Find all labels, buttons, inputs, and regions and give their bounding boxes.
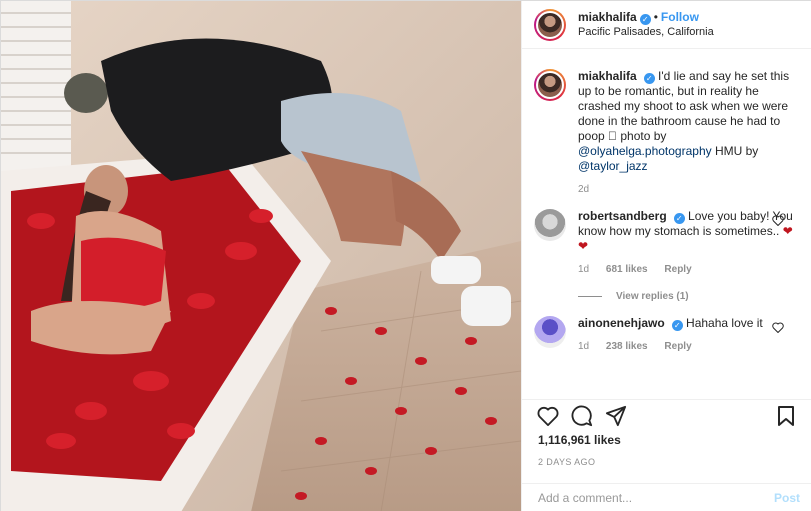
action-bar [522, 399, 811, 431]
separator-dot: • [653, 9, 658, 24]
likes-count[interactable]: 1,116,961 likes [538, 433, 621, 447]
mention-photographer[interactable]: @olyahelga.photography [578, 144, 712, 158]
verified-badge-icon: ✓ [673, 213, 685, 224]
comment-text: Hahaha love it [686, 316, 763, 330]
heart-icon[interactable] [534, 402, 562, 430]
post-header: miakhalifa ✓ • Follow Pacific Palisades, Ca… [522, 1, 811, 49]
view-replies-label: View replies (1) [616, 291, 689, 302]
author-username[interactable]: miakhalifa [578, 10, 637, 24]
comment-age[interactable]: 1d [578, 341, 589, 352]
commenter-avatar[interactable] [534, 209, 566, 241]
caption-body: miakhalifa ✓ I'd lie and say he set this … [578, 69, 796, 197]
post-photo[interactable] [1, 1, 521, 511]
comment-meta: 1d 238 likes Reply [578, 339, 796, 354]
comment-meta: 1d 681 likes Reply [578, 262, 796, 277]
view-replies-line [578, 296, 602, 297]
commenter-username[interactable]: ainonenehjawo [578, 316, 665, 330]
author-info: miakhalifa ✓ • Follow Pacific Palisades, Ca… [578, 10, 714, 40]
author-avatar[interactable] [534, 8, 566, 41]
post-sidebar: miakhalifa ✓ • Follow Pacific Palisades, Ca… [521, 1, 811, 511]
reply-button[interactable]: Reply [664, 264, 691, 275]
comment-likes[interactable]: 238 likes [606, 341, 648, 352]
post-photo-illustration [1, 1, 521, 511]
comment-icon[interactable] [568, 402, 596, 430]
commenter-username[interactable]: robertsandberg [578, 209, 667, 223]
caption-author-avatar[interactable] [534, 69, 566, 101]
comments-list[interactable]: miakhalifa ✓ I'd lie and say he set this … [522, 57, 811, 392]
location-link[interactable]: Pacific Palisades, California [578, 25, 714, 40]
caption-text-mid: HMU by [711, 144, 759, 158]
add-comment-bar: Post [522, 483, 811, 511]
verified-badge-icon: ✓ [643, 73, 655, 84]
reply-button[interactable]: Reply [664, 341, 691, 352]
post-comment-button[interactable]: Post [774, 491, 800, 505]
mention-makeup[interactable]: @taylor_jazz [578, 159, 648, 173]
comment-likes[interactable]: 681 likes [606, 264, 648, 275]
verified-badge-icon: ✓ [671, 320, 683, 331]
view-replies-button[interactable]: View replies (1) [578, 289, 796, 304]
comment-ainonenehjawo: ainonenehjawo ✓ Hahaha love it 1d 238 lik… [534, 316, 800, 354]
follow-button[interactable]: Follow [661, 10, 699, 24]
caption-age[interactable]: 2d [578, 184, 589, 195]
comment-robertsandberg: robertsandberg ✓ Love you baby! You know … [534, 209, 800, 304]
comment-like-heart-icon[interactable] [772, 215, 784, 229]
instagram-post-window: miakhalifa ✓ • Follow Pacific Palisades, Ca… [0, 0, 811, 511]
add-comment-input[interactable] [538, 491, 774, 505]
commenter-avatar[interactable] [534, 316, 566, 348]
caption-username[interactable]: miakhalifa [578, 69, 637, 83]
comment-age[interactable]: 1d [578, 264, 589, 275]
caption: miakhalifa ✓ I'd lie and say he set this … [534, 69, 800, 197]
caption-meta: 2d [578, 182, 796, 197]
bookmark-icon[interactable] [772, 402, 800, 430]
comment-body: robertsandberg ✓ Love you baby! You know … [578, 209, 796, 304]
verified-badge-icon: ✓ [639, 13, 651, 25]
comment-like-heart-icon[interactable] [772, 322, 784, 336]
share-icon[interactable] [602, 402, 630, 430]
comment-body: ainonenehjawo ✓ Hahaha love it 1d 238 lik… [578, 316, 796, 354]
post-timestamp: 2 DAYS AGO [538, 457, 596, 467]
